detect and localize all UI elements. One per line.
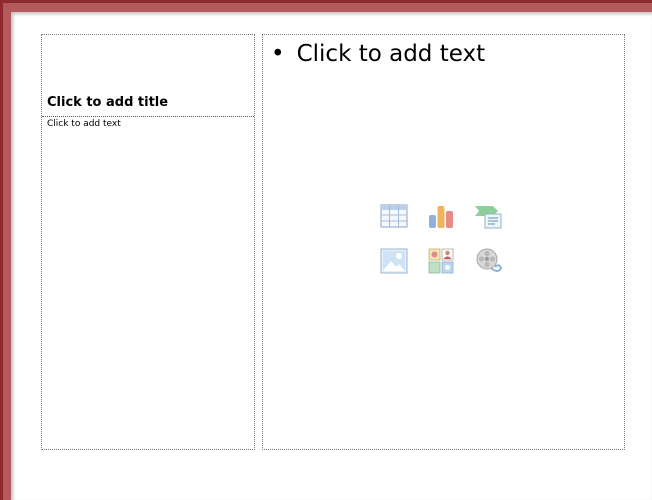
insert-table-icon[interactable]	[379, 201, 409, 231]
content-placeholder[interactable]: • Click to add text	[262, 34, 625, 450]
content-text-placeholder: Click to add text	[296, 41, 486, 67]
left-text-placeholder: Click to add text	[47, 119, 121, 129]
slide-canvas: Click to add title Click to add text • Cl…	[11, 12, 652, 500]
insert-smartart-icon[interactable]	[473, 201, 503, 231]
insert-clip-art-icon[interactable]	[426, 246, 456, 276]
insert-chart-icon[interactable]	[426, 201, 456, 231]
title-placeholder[interactable]: Click to add title	[42, 35, 254, 117]
title-placeholder-text: Click to add title	[47, 95, 169, 110]
insert-content-icons	[379, 201, 509, 281]
left-placeholder[interactable]: Click to add title Click to add text	[41, 34, 255, 450]
bullet-glyph: •	[271, 41, 285, 67]
insert-picture-icon[interactable]	[379, 246, 409, 276]
content-bullet-line: • Click to add text	[271, 41, 485, 67]
insert-media-clip-icon[interactable]	[473, 246, 503, 276]
